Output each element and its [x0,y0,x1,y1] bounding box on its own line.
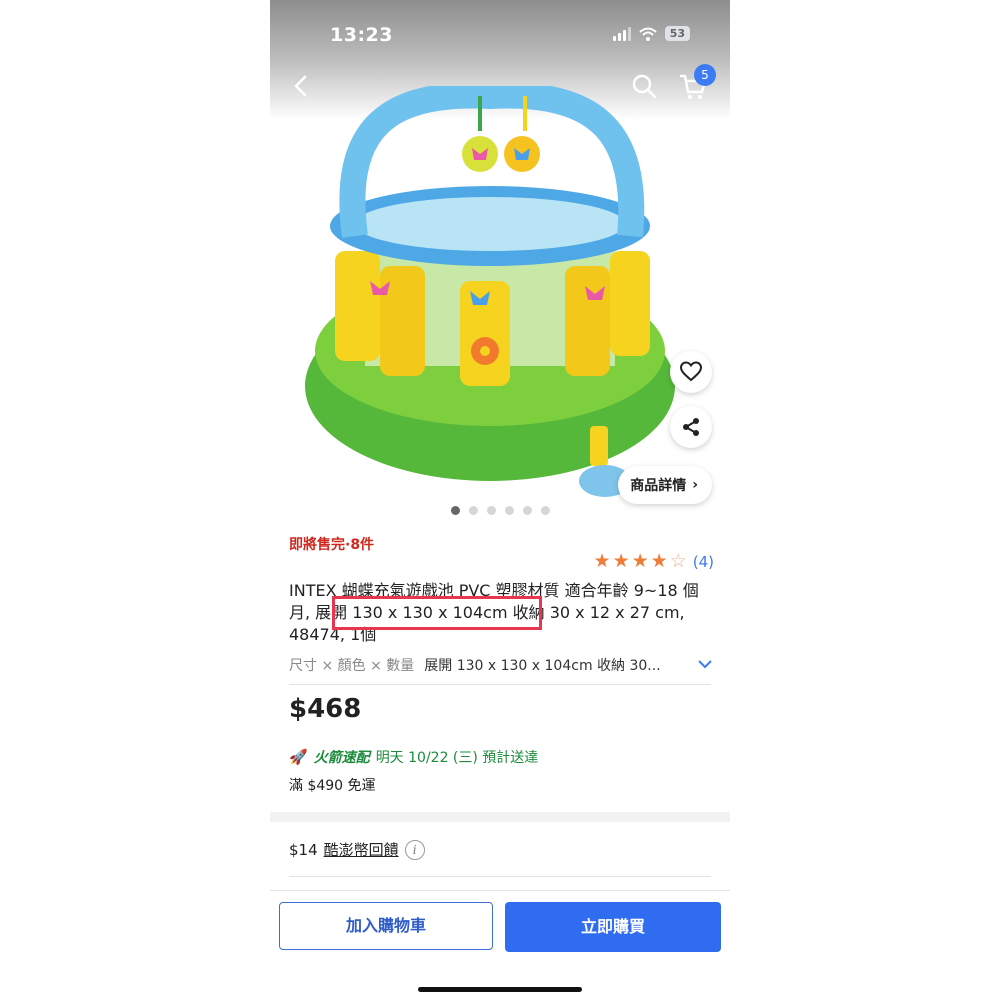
rating-count[interactable]: (4) [693,553,714,571]
divider [289,876,711,877]
carousel-dot[interactable] [540,506,550,515]
dimension-highlight-box [332,596,542,630]
product-image[interactable] [300,86,700,506]
rocket-icon: 🚀 [289,748,308,766]
cashback-row: $14 酷澎幣回饋 i [289,839,425,860]
cashback-amount: $14 [289,840,318,859]
cart-count-badge: 5 [694,64,716,86]
share-button[interactable] [670,406,712,448]
cashback-link[interactable]: 酷澎幣回饋 [324,839,399,860]
status-bar: 13:23 53 [270,0,730,60]
product-hero [270,0,730,520]
add-to-cart-button[interactable]: 加入購物車 [279,902,493,950]
star-empty-icon: ☆ [669,550,687,572]
cart-button[interactable]: 5 [678,64,716,102]
carousel-dot[interactable] [486,506,496,515]
status-time: 13:23 [330,24,393,46]
carousel-dot[interactable] [468,506,478,515]
phone-screen: 13:23 53 5 商品詳情 › 即將售完·8件 ★ ★ ★ ★ ☆ (4) … [270,0,730,1000]
delivery-info: 🚀 火箭速配 明天 10/22 (三) 預計送達 [289,747,538,767]
favorite-button[interactable] [670,351,712,393]
spec-value: 展開 130 x 130 x 104cm 收納 30... [424,658,661,674]
back-icon[interactable] [288,72,316,100]
shipping-info: 滿 $490 免運 [289,778,376,794]
rating[interactable]: ★ ★ ★ ★ ☆ (4) [594,552,714,571]
product-detail-chip[interactable]: 商品詳情 › [618,466,712,504]
signal-icon [612,26,631,41]
chevron-down-icon[interactable] [696,655,714,673]
delivery-date: 明天 10/22 (三) 預計送達 [375,750,539,766]
star-icon: ★ [631,550,649,572]
heart-icon [680,361,702,382]
info-icon[interactable]: i [404,839,425,860]
spec-label: 尺寸 × 顏色 × 數量 [289,658,415,674]
star-icon: ★ [650,550,668,572]
carousel-dot[interactable] [522,506,532,515]
stock-status: 即將售完·8件 [289,537,375,553]
divider [289,684,711,685]
delivery-brand: 火箭速配 [313,750,370,766]
carousel-dot[interactable] [450,506,460,515]
spec-selector[interactable]: 尺寸 × 顏色 × 數量 展開 130 x 130 x 104cm 收納 30.… [289,655,714,675]
home-indicator[interactable] [418,987,582,992]
battery-icon: 53 [664,26,690,41]
detail-chip-label: 商品詳情 [630,478,687,494]
chevron-right-icon: › [692,477,698,493]
price: $468 [289,694,362,724]
search-icon[interactable] [630,72,658,100]
share-icon [683,418,699,436]
status-icons: 53 [612,26,690,41]
bottom-action-bar: 加入購物車 立即購買 [270,890,730,1000]
star-icon: ★ [593,550,611,572]
buy-now-button[interactable]: 立即購買 [505,902,721,952]
carousel-dots [270,506,730,515]
section-separator [270,812,730,822]
carousel-dot[interactable] [504,506,514,515]
wifi-icon [639,27,657,41]
star-icon: ★ [612,550,630,572]
